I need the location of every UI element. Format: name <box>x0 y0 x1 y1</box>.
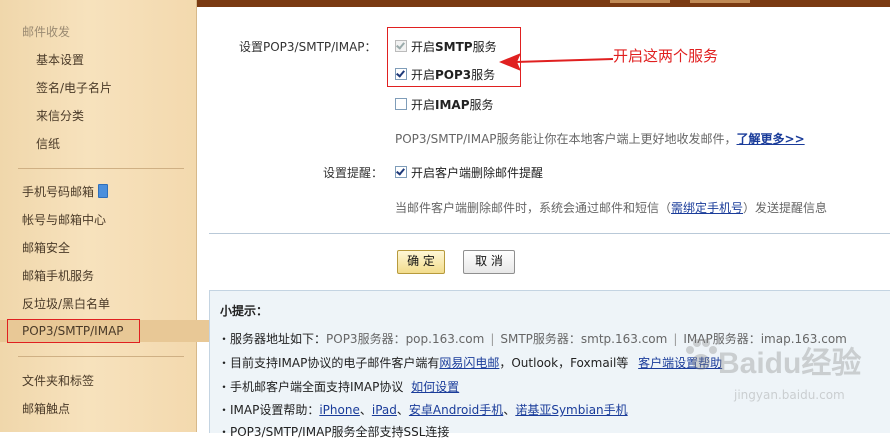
tip-clients-after: ，Outlook，Foxmail等 <box>499 356 629 370</box>
imap-option[interactable]: 开启IMAP服务 <box>395 96 494 114</box>
pop3-option-proto: POP3 <box>435 68 472 82</box>
pop-description: POP3/SMTP/IMAP服务能让你在本地客户端上更好地收发邮件，了解更多>> <box>395 130 805 147</box>
tips-title: 小提示： <box>220 304 269 318</box>
sidebar-highlight-box <box>7 319 140 343</box>
smtp-option[interactable]: 开启SMTP服务 <box>395 38 497 56</box>
tips-panel: 小提示： ・服务器地址如下：POP3服务器：pop.163.com | SMTP服务… <box>209 290 890 439</box>
pop3-server-address: POP3服务器：pop.163.com <box>326 332 485 346</box>
smtp-server-address: SMTP服务器：smtp.163.com <box>500 332 668 346</box>
iphone-help-link[interactable]: iPhone <box>319 403 360 417</box>
tip-mobile-text: ・手机邮客户端全面支持IMAP协议 <box>218 380 404 394</box>
sidebar-item-mail-security[interactable]: 邮箱安全 <box>0 237 218 259</box>
tip-separator: | <box>490 332 495 346</box>
confirm-button[interactable]: 确 定 <box>397 250 445 274</box>
tip-mobile-client: ・手机邮客户端全面支持IMAP协议 如何设置 <box>218 378 459 395</box>
how-to-setup-link[interactable]: 如何设置 <box>411 380 459 394</box>
tip-clients-text: ・目前支持IMAP协议的电子邮件客户端有 <box>218 356 440 370</box>
symbian-help-link[interactable]: 诺基亚Symbian手机 <box>515 403 627 417</box>
tip-server-addresses: ・服务器地址如下：POP3服务器：pop.163.com | SMTP服务器：smt… <box>218 330 847 347</box>
cancel-button[interactable]: 取 消 <box>463 250 515 274</box>
pop3-option-prefix: 开启 <box>411 68 436 82</box>
pop3-option-suffix: 服务 <box>471 68 496 82</box>
reminder-option-label: 开启客户端删除邮件提醒 <box>411 166 544 180</box>
reminder-desc-before: 当邮件客户端删除邮件时，系统会通过邮件和短信（ <box>395 201 672 215</box>
tip-link-separator: 、 <box>359 403 372 417</box>
reminder-option[interactable]: 开启客户端删除邮件提醒 <box>395 164 543 182</box>
learn-more-link[interactable]: 了解更多>> <box>737 132 805 146</box>
imap-checkbox[interactable] <box>395 98 407 110</box>
reminder-label: 设置提醒： <box>323 166 384 180</box>
pop-settings-label: 设置POP3/SMTP/IMAP： <box>239 40 377 54</box>
netease-flash-mail-link[interactable]: 网易闪电邮 <box>439 356 499 370</box>
android-help-link[interactable]: 安卓Android手机 <box>409 403 503 417</box>
sidebar-item-mail-touchpoint[interactable]: 邮箱触点 <box>0 398 218 420</box>
sidebar-item-mobile-service[interactable]: 邮箱手机服务 <box>0 265 218 287</box>
sidebar-item-label: 手机号码邮箱 <box>22 185 95 199</box>
sidebar-group-mail: 邮件收发 <box>22 25 71 39</box>
sidebar-divider <box>18 356 184 357</box>
ipad-help-link[interactable]: iPad <box>372 403 397 417</box>
top-bar-segment <box>610 0 670 3</box>
client-setup-help-link[interactable]: 客户端设置帮助 <box>638 356 722 370</box>
annotation-text: 开启这两个服务 <box>613 47 719 65</box>
reminder-desc-after: ）发送提醒信息 <box>743 201 828 215</box>
smtp-option-proto: SMTP <box>435 40 473 54</box>
smtp-option-prefix: 开启 <box>411 40 436 54</box>
sidebar-item-phone-mailbox[interactable]: 手机号码邮箱 <box>0 181 218 203</box>
settings-panel: 设置POP3/SMTP/IMAP： 开启SMTP服务 开启POP3服务 开启IM… <box>197 7 890 439</box>
pop-description-text: POP3/SMTP/IMAP服务能让你在本地客户端上更好地收发邮件， <box>395 132 737 146</box>
imap-option-suffix: 服务 <box>469 98 494 112</box>
tip-imap-help-label: ・IMAP设置帮助： <box>218 403 320 417</box>
sidebar-item-account-center[interactable]: 帐号与邮箱中心 <box>0 209 218 231</box>
sidebar: 邮件收发 基本设置 签名/电子名片 来信分类 信纸 手机号码邮箱 帐号与邮箱中心… <box>0 0 218 432</box>
imap-option-proto: IMAP <box>435 98 470 112</box>
top-bar-segment <box>690 0 750 3</box>
imap-option-prefix: 开启 <box>411 98 436 112</box>
annotation-arrow-icon <box>499 53 614 71</box>
sidebar-item-folders-tags[interactable]: 文件夹和标签 <box>0 370 218 392</box>
bind-phone-link[interactable]: 需绑定手机号 <box>671 201 743 215</box>
tip-clients: ・目前支持IMAP协议的电子邮件客户端有网易闪电邮，Outlook，Foxmai… <box>218 354 722 371</box>
mobile-phone-icon <box>98 184 109 198</box>
imap-server-address: IMAP服务器：imap.163.com <box>683 332 847 346</box>
smtp-checkbox[interactable] <box>395 40 407 52</box>
tip-link-separator: 、 <box>396 403 409 417</box>
reminder-checkbox[interactable] <box>395 166 407 178</box>
tip-separator: | <box>673 332 678 346</box>
reminder-description: 当邮件客户端删除邮件时，系统会通过邮件和短信（需绑定手机号）发送提醒信息 <box>395 199 827 216</box>
sidebar-item-antispam[interactable]: 反垃圾/黑白名单 <box>0 293 218 315</box>
tip-link-separator: 、 <box>503 403 516 417</box>
sidebar-divider <box>18 168 184 169</box>
smtp-option-suffix: 服务 <box>472 40 497 54</box>
pop3-option[interactable]: 开启POP3服务 <box>395 66 495 84</box>
pop3-checkbox[interactable] <box>395 68 407 80</box>
tip-servers-label: ・服务器地址如下： <box>218 332 327 346</box>
tip-imap-help: ・IMAP设置帮助：iPhone、iPad、安卓Android手机、诺基亚Sym… <box>218 401 628 418</box>
section-divider <box>209 233 890 234</box>
